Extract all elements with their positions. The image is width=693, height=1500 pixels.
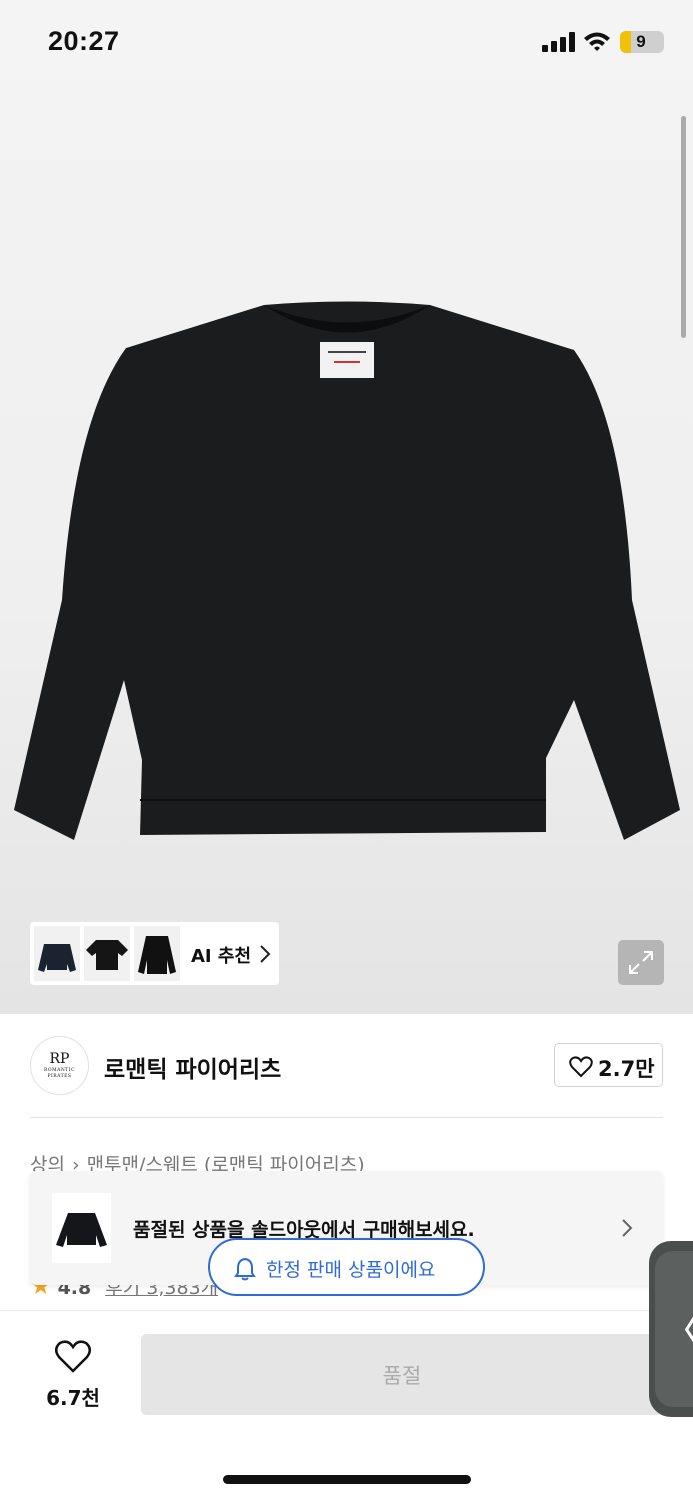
expand-image-button[interactable] — [618, 940, 664, 985]
limited-sale-text: 한정 판매 상품이에요 — [266, 1259, 436, 1281]
limited-sale-badge: 한정 판매 상품이에요 — [208, 1238, 485, 1296]
product-image-area[interactable]: 20:27 9 AI 추천 — [0, 0, 693, 1014]
brand-logo-sub: ROMANTIC PIRATES — [43, 1068, 76, 1079]
status-bar: 20:27 9 — [0, 0, 693, 86]
scroll-indicator — [681, 116, 686, 338]
thumbnail-2[interactable] — [84, 926, 130, 981]
bell-icon — [234, 1257, 256, 1281]
product-image[interactable] — [14, 300, 680, 845]
heart-icon — [55, 1340, 91, 1373]
thumbnail-3[interactable] — [134, 926, 180, 981]
soldout-button[interactable]: 품절 — [141, 1334, 663, 1415]
soldout-button-label: 품절 — [382, 1364, 422, 1388]
side-drawer-handle[interactable]: 〈 — [649, 1241, 693, 1417]
divider — [30, 1117, 663, 1118]
brand-logo-mark: RP — [49, 1051, 70, 1067]
heart-icon — [569, 1056, 593, 1078]
battery-level: 9 — [636, 32, 646, 51]
home-indicator[interactable] — [223, 1475, 471, 1484]
battery-icon: 9 — [620, 31, 664, 53]
banner-product-thumbnail — [52, 1193, 111, 1263]
chevron-right-icon — [622, 1219, 633, 1237]
wishlist-button[interactable]: 6.7천 — [30, 1330, 116, 1410]
ai-recommend-label: AI 추천 — [191, 946, 252, 967]
ai-recommend-button[interactable]: AI 추천 — [30, 922, 279, 985]
signal-icon — [542, 32, 575, 52]
wishlist-count: 6.7천 — [46, 1386, 100, 1410]
brand-name[interactable]: 로맨틱 파이어리츠 — [104, 1050, 281, 1084]
status-time: 20:27 — [48, 26, 120, 56]
wifi-icon — [584, 32, 610, 51]
chevron-left-icon: 〈 — [659, 1295, 693, 1359]
thumbnail-1[interactable] — [34, 926, 80, 981]
brand-like-count: 2.7만 — [598, 1057, 655, 1081]
brand-like-button[interactable]: 2.7만 — [554, 1043, 663, 1087]
expand-icon — [629, 951, 653, 974]
chevron-right-icon — [260, 945, 271, 963]
brand-logo[interactable]: RP ROMANTIC PIRATES — [30, 1036, 89, 1095]
